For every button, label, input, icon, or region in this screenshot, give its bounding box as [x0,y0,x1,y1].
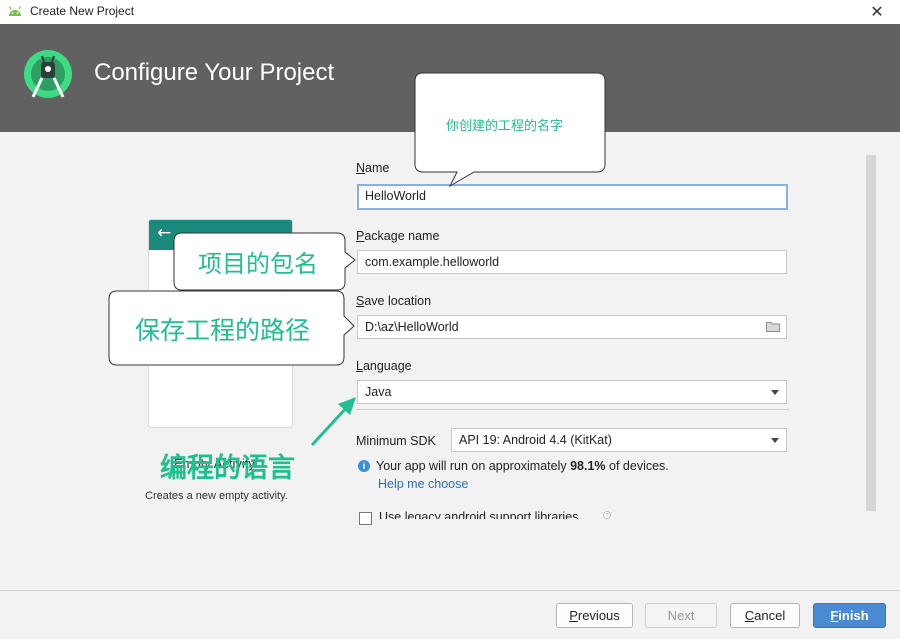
name-label: Name [356,161,390,175]
footer-divider [0,590,900,591]
back-arrow-icon: ← [157,223,172,243]
legacy-support-checkbox[interactable] [359,512,372,525]
package-annotation: 项目的包名 [198,250,318,278]
location-annotation: 保存工程的路径 [135,316,311,345]
language-arrowhead [338,397,356,415]
android-studio-logo-icon [24,50,72,98]
chevron-down-icon [771,390,779,395]
vertical-scrollbar[interactable] [866,155,876,511]
language-label: Language [356,359,412,373]
name-field[interactable] [357,184,788,210]
android-icon [8,6,22,16]
language-select[interactable]: Java [357,380,787,404]
language-annotation: 编程的语言 [160,453,295,484]
language-value: Java [365,385,392,399]
title-bar: Create New Project ✕ [0,0,900,24]
info-icon: i [358,460,370,472]
min-sdk-label: Minimum SDK [356,434,436,448]
save-location-input[interactable] [365,320,745,334]
package-label: Package name [356,229,440,243]
previous-button[interactable]: Previous [556,603,633,628]
device-coverage-text: Your app will run on approximately 98.1%… [376,459,669,473]
next-button[interactable]: Next [645,603,717,628]
name-annotation: 你创建的工程的名字 [446,119,564,134]
create-project-dialog: Create New Project ✕ Configure Your Proj… [0,0,900,639]
min-sdk-value: API 19: Android 4.4 (KitKat) [459,433,612,447]
close-icon[interactable]: ✕ [866,1,888,23]
legacy-support-label: Use legacy android.support libraries [379,510,579,519]
save-location-field[interactable] [357,315,787,339]
name-input[interactable] [365,189,780,203]
package-field[interactable] [357,250,787,274]
cancel-button[interactable]: Cancel [730,603,800,628]
window-title: Create New Project [30,4,135,18]
min-sdk-select[interactable]: API 19: Android 4.4 (KitKat) [451,428,787,452]
language-arrow [310,404,350,447]
help-icon[interactable]: ? [600,511,614,519]
page-title: Configure Your Project [94,59,335,86]
svg-text:?: ? [606,513,609,519]
finish-button[interactable]: Finish [813,603,886,628]
chevron-down-icon [771,438,779,443]
folder-icon[interactable] [766,321,780,332]
help-me-choose-link[interactable]: Help me choose [378,477,468,491]
package-input[interactable] [365,255,779,269]
template-description: Creates a new empty activity. [145,490,288,502]
section-divider [356,409,789,410]
save-location-label: Save location [356,294,432,308]
